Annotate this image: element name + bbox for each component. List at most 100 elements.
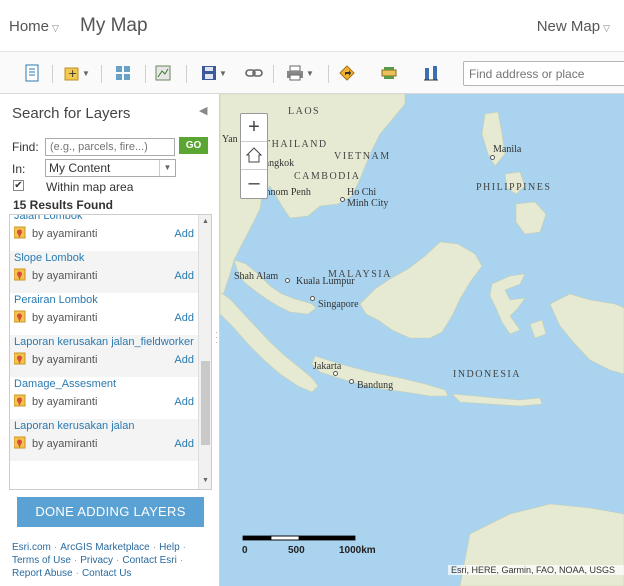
toolbar-divider: [273, 65, 274, 83]
add-layer-button[interactable]: + ▼: [64, 64, 90, 82]
in-select[interactable]: My Content ▼: [45, 159, 176, 177]
zoom-out-button[interactable]: –: [241, 170, 267, 198]
scale-tick: 1000km: [339, 545, 376, 556]
find-label: Find:: [12, 140, 39, 154]
home-icon: [245, 147, 263, 163]
footer-link[interactable]: Privacy: [80, 555, 113, 566]
city-marker: [285, 278, 290, 283]
analysis-button[interactable]: [155, 64, 171, 82]
map-pin-icon: [14, 268, 26, 281]
toolbar-divider: [52, 65, 53, 83]
footer-link[interactable]: Contact Us: [82, 568, 131, 579]
list-item: Laporan kerusakan jalan_fieldworker by a…: [10, 335, 198, 377]
add-layer-link[interactable]: Add: [174, 270, 194, 282]
add-layer-link[interactable]: Add: [174, 312, 194, 324]
done-adding-layers-button[interactable]: DONE ADDING LAYERS: [17, 497, 204, 527]
map-label-shah-alam: Shah Alam: [234, 271, 279, 282]
go-button[interactable]: GO: [179, 137, 208, 154]
list-item: Damage_Assesment by ayamiranti Add: [10, 377, 198, 419]
map-label-cambodia: CAMBODIA: [294, 171, 361, 182]
basemap-button[interactable]: [115, 64, 131, 82]
city-marker: [349, 379, 354, 384]
map-pin-icon: [14, 436, 26, 449]
map-label-manila: Manila: [493, 144, 522, 155]
layer-title[interactable]: Jalan Lombok: [14, 215, 198, 222]
home-extent-button[interactable]: [241, 142, 267, 170]
layer-title[interactable]: Slope Lombok: [14, 252, 198, 264]
panel-resize-handle[interactable]: · · ·: [215, 329, 218, 347]
details-button[interactable]: [24, 64, 40, 82]
svg-text:+: +: [68, 67, 77, 80]
map-label-thailand: THAILAND: [264, 139, 328, 150]
in-label: In:: [12, 162, 26, 176]
print-icon: [287, 65, 303, 81]
chevron-down-icon: ▼: [306, 68, 314, 78]
panel-title: Search for Layers: [12, 105, 131, 122]
scroll-up-icon[interactable]: ▲: [202, 218, 209, 225]
map-label-bandung: Bandung: [357, 380, 394, 391]
app-header: Home ▽ My Map New Map ▽: [0, 0, 624, 52]
list-item: Jalan Lombok by ayamiranti Add: [10, 215, 198, 251]
scale-tick: 500: [288, 545, 305, 556]
results-count: 15 Results Found: [13, 198, 114, 212]
layer-title[interactable]: Laporan kerusakan jalan: [14, 420, 198, 432]
footer-link[interactable]: Help: [159, 542, 180, 553]
footer-links: Esri.com · ArcGIS Marketplace · Help · Terms …: [12, 542, 186, 579]
city-marker: [310, 296, 315, 301]
toolbar-divider: [186, 65, 187, 83]
share-button[interactable]: [245, 64, 263, 82]
footer-link[interactable]: Contact Esri: [122, 555, 176, 566]
basemap-gallery-icon: [116, 66, 130, 80]
bookmarks-button[interactable]: [423, 64, 439, 82]
list-item: Perairan Lombok by ayamiranti Add: [10, 293, 198, 335]
city-marker: [490, 155, 495, 160]
add-layer-link[interactable]: Add: [174, 438, 194, 450]
scroll-thumb[interactable]: [201, 361, 210, 445]
list-item: Laporan kerusakan jalan by ayamiranti Ad…: [10, 419, 198, 461]
toolbar-divider: [145, 65, 146, 83]
layer-title[interactable]: Laporan kerusakan jalan_fieldworker: [14, 336, 198, 348]
layer-title[interactable]: Damage_Assesment: [14, 378, 198, 390]
zoom-control: + –: [240, 113, 268, 199]
chevron-down-icon: ▽: [603, 23, 610, 33]
directions-button[interactable]: [339, 64, 355, 82]
search-layers-panel: Search for Layers ◀ Find: GO In: My Cont…: [0, 94, 220, 586]
map-pin-icon: [14, 226, 26, 239]
layer-owner: by ayamiranti: [32, 228, 98, 240]
add-layer-link[interactable]: Add: [174, 228, 194, 240]
search-input[interactable]: [463, 61, 624, 86]
print-button[interactable]: ▼: [286, 64, 314, 82]
new-map-menu[interactable]: New Map ▽: [537, 18, 610, 35]
footer-link[interactable]: ArcGIS Marketplace: [60, 542, 149, 553]
collapse-icon[interactable]: ◀: [199, 104, 207, 117]
footer-link[interactable]: Esri.com: [12, 542, 51, 553]
home-menu[interactable]: Home ▽: [9, 18, 59, 35]
find-input[interactable]: [45, 138, 175, 156]
layer-owner: by ayamiranti: [32, 270, 98, 282]
scale-bar: 0 500 1000km: [242, 535, 392, 562]
measure-icon: [381, 67, 397, 79]
layer-owner: by ayamiranti: [32, 312, 98, 324]
add-layer-link[interactable]: Add: [174, 354, 194, 366]
measure-button[interactable]: [381, 64, 397, 82]
add-layer-link[interactable]: Add: [174, 396, 194, 408]
footer-link[interactable]: Terms of Use: [12, 555, 71, 566]
in-select-value: My Content: [49, 161, 111, 175]
map-label-vietnam: VIETNAM: [334, 151, 391, 162]
layer-title[interactable]: Perairan Lombok: [14, 294, 198, 306]
details-icon: [25, 64, 39, 82]
bookmark-icon: [424, 66, 438, 81]
save-button[interactable]: ▼: [201, 64, 227, 82]
list-item: Slope Lombok by ayamiranti Add: [10, 251, 198, 293]
layer-owner: by ayamiranti: [32, 354, 98, 366]
list-scrollbar[interactable]: ▲ ▼: [198, 215, 211, 489]
zoom-in-button[interactable]: +: [241, 114, 267, 142]
add-layer-icon: +: [64, 67, 79, 81]
chevron-down-icon: ▼: [159, 160, 175, 176]
within-map-checkbox[interactable]: ✔: [13, 180, 24, 191]
footer-link[interactable]: Report Abuse: [12, 568, 73, 579]
scroll-down-icon[interactable]: ▼: [202, 477, 209, 484]
map-attribution[interactable]: Esri, HERE, Garmin, FAO, NOAA, USGS: [448, 565, 624, 575]
map-label-jakarta: Jakarta: [313, 361, 342, 372]
link-icon: [245, 69, 263, 77]
